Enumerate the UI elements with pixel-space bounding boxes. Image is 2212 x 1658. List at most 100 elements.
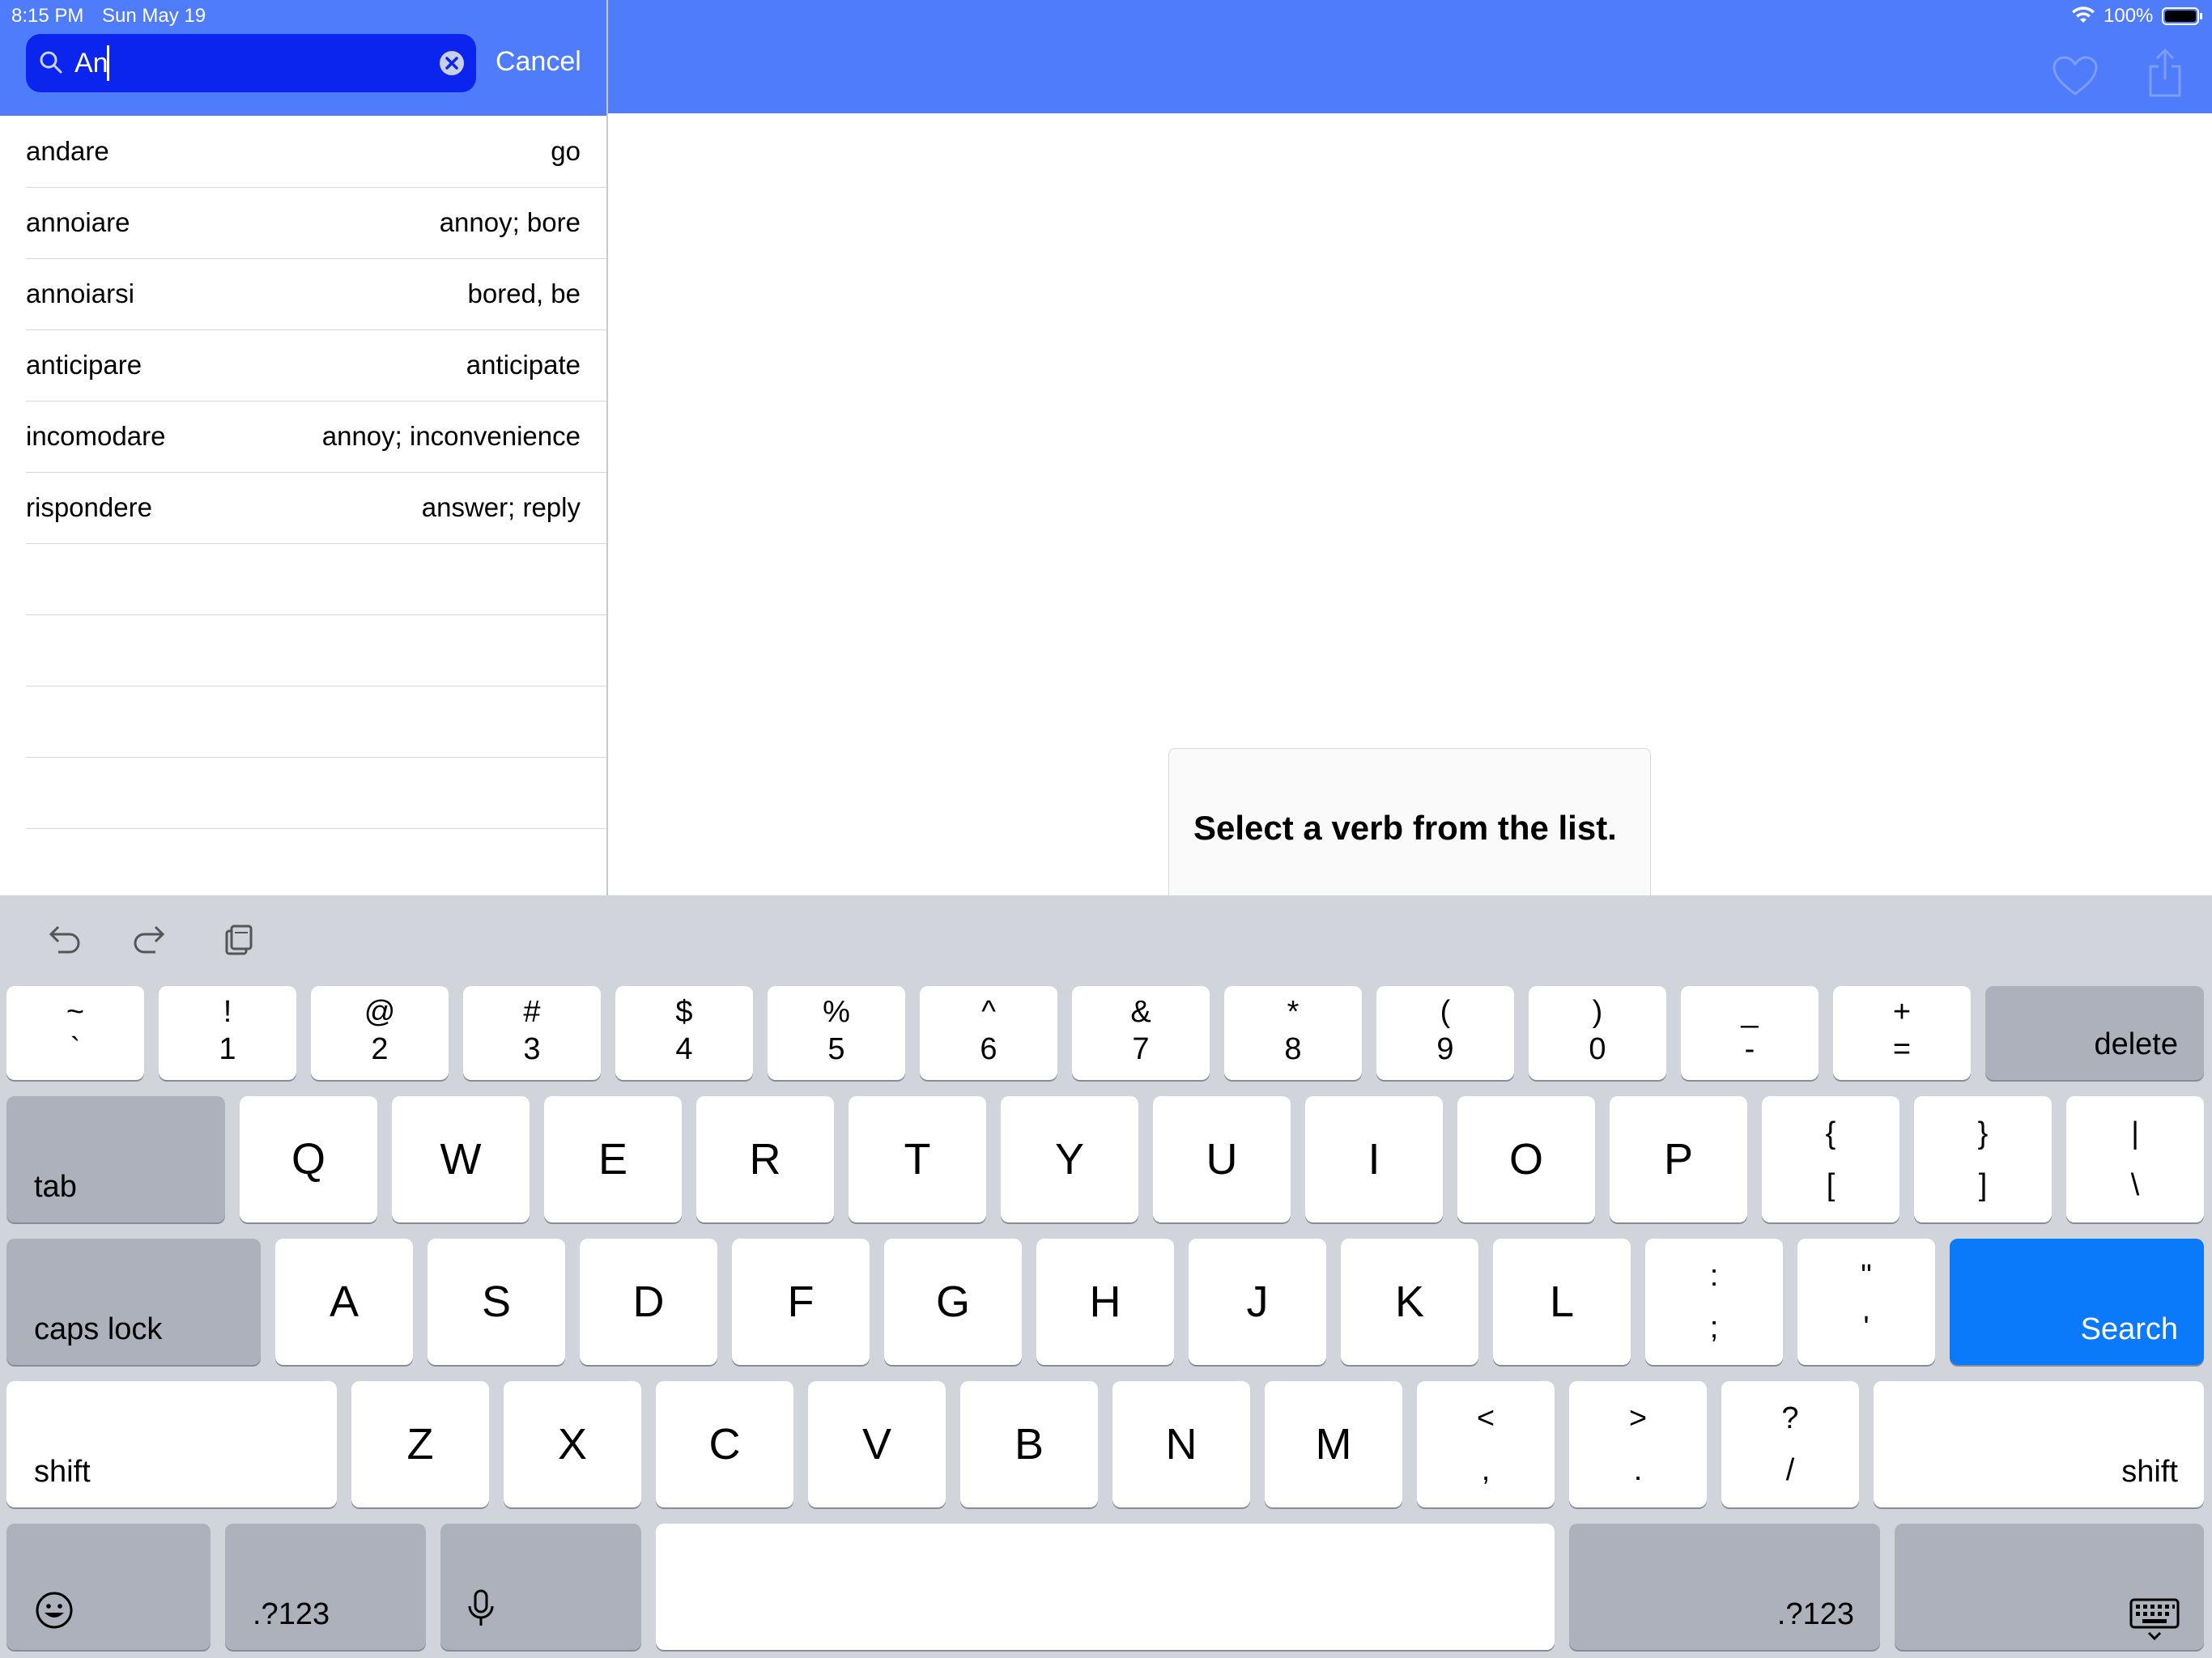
key-n[interactable]: N: [1112, 1381, 1250, 1507]
list-item[interactable]: incomodare annoy; inconvenience: [0, 401, 606, 472]
key-r[interactable]: R: [696, 1096, 834, 1222]
list-item[interactable]: andare go: [0, 116, 606, 187]
wifi-icon: [2072, 6, 2095, 23]
key-1[interactable]: ! 1: [159, 986, 296, 1080]
cancel-button[interactable]: Cancel: [496, 44, 581, 79]
empty-state-message: Select a verb from the list.: [1193, 809, 1617, 847]
status-time: 8:15 PM: [11, 5, 84, 27]
key-y[interactable]: Y: [1001, 1096, 1138, 1222]
key-k[interactable]: K: [1341, 1239, 1478, 1365]
list-item[interactable]: annoiare annoy; bore: [0, 187, 606, 258]
key-equals[interactable]: + =: [1833, 986, 1971, 1080]
verb-label: annoiarsi: [26, 278, 134, 308]
key-m[interactable]: M: [1265, 1381, 1402, 1507]
search-input-value[interactable]: An: [74, 45, 108, 81]
row-separator: [26, 472, 606, 473]
numbers-key-right[interactable]: .?123: [1569, 1524, 1880, 1650]
space-bar[interactable]: [656, 1524, 1555, 1650]
key-z[interactable]: Z: [351, 1381, 489, 1507]
key-o[interactable]: O: [1457, 1096, 1595, 1222]
redo-icon[interactable]: [130, 920, 170, 960]
key-3[interactable]: #3: [463, 986, 601, 1080]
key-e[interactable]: E: [544, 1096, 682, 1222]
key-w[interactable]: W: [392, 1096, 530, 1222]
delete-key[interactable]: delete: [1985, 986, 2204, 1080]
battery-percentage: 100%: [2104, 5, 2154, 27]
status-date: Sun May 19: [102, 5, 206, 27]
key-l[interactable]: L: [1493, 1239, 1631, 1365]
list-item[interactable]: anticipare anticipate: [0, 329, 606, 401]
key-v[interactable]: V: [808, 1381, 946, 1507]
row-separator: [26, 543, 606, 544]
key-q[interactable]: Q: [240, 1096, 377, 1222]
hide-keyboard-key[interactable]: [1895, 1524, 2204, 1650]
verb-label: incomodare: [26, 421, 166, 451]
key-g[interactable]: G: [884, 1239, 1022, 1365]
undo-icon[interactable]: [44, 920, 84, 960]
list-item[interactable]: annoiarsi bored, be: [0, 258, 606, 329]
verb-label: anticipare: [26, 350, 143, 380]
key-s[interactable]: S: [428, 1239, 565, 1365]
key-i[interactable]: I: [1305, 1096, 1443, 1222]
key-x[interactable]: X: [504, 1381, 641, 1507]
meaning-label: annoy; inconvenience: [321, 421, 581, 451]
tab-key[interactable]: tab: [6, 1096, 225, 1222]
row-separator: [26, 828, 606, 829]
row-separator: [26, 686, 606, 687]
search-key[interactable]: Search: [1950, 1239, 2204, 1365]
dictation-key[interactable]: [440, 1524, 641, 1650]
key-comma[interactable]: <,: [1417, 1381, 1555, 1507]
list-item[interactable]: rispondere answer; reply: [0, 472, 606, 543]
meaning-label: bored, be: [467, 278, 581, 308]
key-a[interactable]: A: [275, 1239, 413, 1365]
key-p[interactable]: P: [1610, 1096, 1747, 1222]
shift-right-key[interactable]: shift: [1874, 1381, 2204, 1507]
verb-label: rispondere: [26, 492, 152, 522]
key-b[interactable]: B: [960, 1381, 1098, 1507]
verb-label: andare: [26, 136, 109, 166]
keyboard-dismiss-icon: [2129, 1598, 2180, 1641]
key-c[interactable]: C: [656, 1381, 793, 1507]
key-semicolon[interactable]: :;: [1645, 1239, 1783, 1365]
text-caret: [107, 45, 109, 81]
favorite-heart-icon[interactable]: [2052, 55, 2099, 97]
meaning-label: anticipate: [466, 350, 581, 380]
key-2[interactable]: @2: [311, 986, 449, 1080]
key-4[interactable]: $4: [615, 986, 753, 1080]
shift-left-key[interactable]: shift: [6, 1381, 337, 1507]
key-u[interactable]: U: [1153, 1096, 1291, 1222]
key-j[interactable]: J: [1189, 1239, 1326, 1365]
key-bracket-right[interactable]: }]: [1914, 1096, 2052, 1222]
key-f[interactable]: F: [732, 1239, 870, 1365]
numbers-key-left[interactable]: .?123: [225, 1524, 426, 1650]
key-quote[interactable]: " ': [1797, 1239, 1935, 1365]
emoji-icon: [36, 1592, 73, 1629]
key-0[interactable]: ) 0: [1529, 986, 1666, 1080]
key-minus[interactable]: _ -: [1681, 986, 1819, 1080]
key-5[interactable]: % 5: [768, 986, 905, 1080]
key-6[interactable]: ^ 6: [920, 986, 1057, 1080]
clear-search-icon[interactable]: [439, 50, 465, 76]
share-icon[interactable]: [2147, 47, 2183, 97]
key-bracket-left[interactable]: {[: [1762, 1096, 1899, 1222]
key-slash[interactable]: ? /: [1721, 1381, 1859, 1507]
row-separator: [26, 329, 606, 330]
paste-icon[interactable]: [219, 920, 259, 960]
row-separator: [26, 401, 606, 402]
key-7[interactable]: & 7: [1072, 986, 1210, 1080]
microphone-icon: [468, 1589, 494, 1626]
emoji-key[interactable]: [6, 1524, 211, 1650]
search-icon: [40, 51, 62, 74]
key-tilde[interactable]: ~ `: [6, 986, 144, 1080]
caps-lock-key[interactable]: caps lock: [6, 1239, 261, 1365]
key-8[interactable]: * 8: [1224, 986, 1362, 1080]
row-separator: [26, 614, 606, 615]
key-d[interactable]: D: [580, 1239, 717, 1365]
key-h[interactable]: H: [1036, 1239, 1174, 1365]
key-9[interactable]: (9: [1376, 986, 1514, 1080]
key-t[interactable]: T: [849, 1096, 986, 1222]
meaning-label: annoy; bore: [439, 207, 581, 237]
key-backslash[interactable]: | \: [2066, 1096, 2204, 1222]
key-period[interactable]: >.: [1569, 1381, 1707, 1507]
meaning-label: go: [551, 136, 581, 166]
